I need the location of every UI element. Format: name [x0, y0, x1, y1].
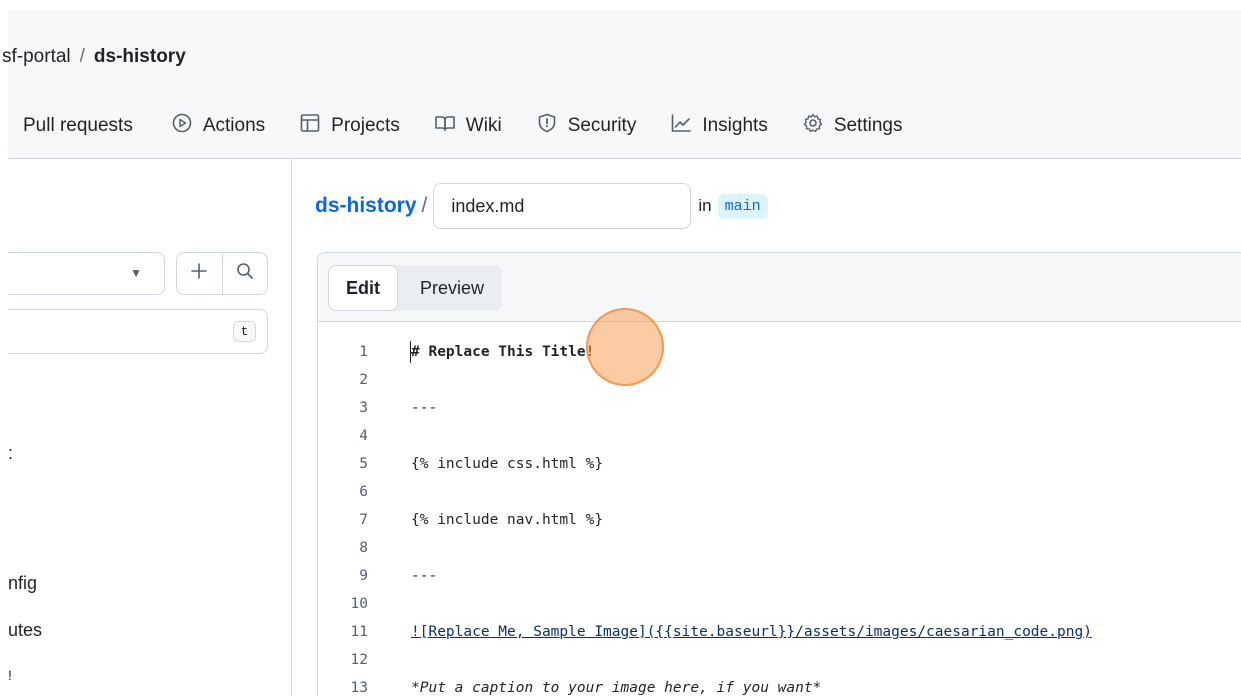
- breadcrumb-repo-link[interactable]: ds-history: [94, 46, 186, 68]
- line-text: ---: [411, 568, 438, 584]
- line-number: 11: [350, 624, 368, 640]
- tab-preview[interactable]: Preview: [398, 265, 502, 311]
- line-text: # Replace This Title!: [411, 344, 595, 360]
- filename-input[interactable]: [433, 183, 692, 229]
- search-icon: [235, 261, 255, 286]
- code-area[interactable]: 1 # Replace This Title! 2 3 --- 4 5 {% i…: [318, 322, 1241, 696]
- code-line: 3 ---: [318, 394, 437, 422]
- shield-icon: [536, 112, 568, 140]
- file-tree-actions: [176, 252, 268, 295]
- breadcrumb-owner-link[interactable]: sf-portal: [2, 46, 71, 68]
- graph-icon: [670, 112, 702, 140]
- code-line: 9 ---: [318, 562, 437, 590]
- editor-toolbar: Edit Preview: [318, 253, 1241, 322]
- tab-insights[interactable]: Insights: [670, 112, 768, 140]
- line-number: 9: [359, 568, 368, 584]
- line-number: 5: [359, 456, 368, 472]
- file-filter-input[interactable]: t: [8, 309, 268, 354]
- tab-pull-requests-label: Pull requests: [23, 115, 133, 136]
- tab-wiki-label: Wiki: [465, 115, 502, 136]
- branch-label: main: [717, 193, 768, 219]
- chevron-down-icon: ▼: [130, 266, 142, 280]
- tree-item[interactable]: nfig: [8, 573, 37, 594]
- code-line: 10: [318, 590, 411, 618]
- tab-wiki[interactable]: Wiki: [434, 112, 502, 140]
- code-line: 12: [318, 646, 411, 674]
- tab-actions[interactable]: Actions: [171, 112, 265, 140]
- path-separator: /: [421, 194, 428, 217]
- code-line: 13 *Put a caption to your image here, if…: [318, 674, 822, 696]
- line-text: *Put a caption to your image here, if yo…: [411, 680, 822, 696]
- line-number: 8: [359, 540, 368, 556]
- edit-preview-toggle: Edit Preview: [328, 265, 503, 311]
- plus-icon: [189, 261, 209, 286]
- table-icon: [299, 112, 331, 140]
- tab-edit[interactable]: Edit: [328, 265, 398, 311]
- code-editor: Edit Preview 1 # Replace This Title! 2 3…: [317, 252, 1241, 696]
- gear-icon: [802, 112, 834, 140]
- click-indicator: [586, 308, 664, 386]
- line-number: 1: [359, 344, 368, 360]
- breadcrumb: sf-portal / ds-history: [2, 44, 186, 70]
- in-label: in: [698, 196, 712, 215]
- code-line: 4: [318, 422, 411, 450]
- tab-actions-label: Actions: [202, 115, 266, 136]
- search-files-button[interactable]: [221, 253, 268, 294]
- repo-header: sf-portal / ds-history Pull requests Act…: [2, 10, 1241, 159]
- keyboard-shortcut-hint: t: [233, 321, 256, 342]
- line-number: 7: [359, 512, 368, 528]
- line-text: ---: [411, 400, 438, 416]
- tree-item[interactable]: :: [8, 443, 13, 464]
- file-path-row: ds-history / in main: [315, 183, 768, 229]
- tab-security-label: Security: [567, 115, 637, 136]
- line-text: {% include nav.html %}: [411, 512, 604, 528]
- book-icon: [434, 112, 466, 140]
- line-number: 6: [359, 484, 368, 500]
- line-number: 12: [350, 652, 368, 668]
- line-text: ![Replace Me, Sample Image]({{site.baseu…: [411, 624, 1092, 640]
- path-repo-link[interactable]: ds-history: [315, 194, 417, 218]
- branch-select[interactable]: ▼: [8, 252, 165, 295]
- tab-settings[interactable]: Settings: [802, 112, 903, 140]
- repo-nav-tabs: Pull requests Actions Projects Wiki Secu…: [8, 108, 936, 144]
- tab-settings-label: Settings: [833, 115, 903, 136]
- tab-pull-requests[interactable]: Pull requests: [23, 115, 133, 137]
- breadcrumb-separator: /: [79, 46, 85, 67]
- file-tree-sidebar: ▼ t : nfig utes !: [8, 159, 292, 696]
- line-number: 4: [359, 428, 368, 444]
- tree-item[interactable]: utes: [8, 620, 42, 641]
- line-number: 10: [350, 596, 368, 612]
- tab-projects[interactable]: Projects: [299, 112, 400, 140]
- code-line: 11 ![Replace Me, Sample Image]({{site.ba…: [318, 618, 1092, 646]
- edit-file-panel: ds-history / in main Edit Preview 1 # Re…: [293, 159, 1241, 696]
- add-file-button[interactable]: [177, 253, 222, 294]
- code-line: 2: [318, 366, 411, 394]
- tab-projects-label: Projects: [331, 115, 400, 136]
- code-line: 6: [318, 478, 411, 506]
- line-number: 3: [359, 400, 368, 416]
- tree-item[interactable]: !: [8, 667, 12, 683]
- code-line: 7 {% include nav.html %}: [318, 506, 603, 534]
- code-line: 8: [318, 534, 411, 562]
- tab-security[interactable]: Security: [536, 112, 637, 140]
- line-number: 13: [350, 680, 368, 696]
- code-line: 1 # Replace This Title!: [318, 338, 594, 366]
- play-icon: [171, 112, 203, 140]
- code-line: 5 {% include css.html %}: [318, 450, 603, 478]
- tab-insights-label: Insights: [702, 115, 768, 136]
- line-text: {% include css.html %}: [411, 456, 604, 472]
- line-number: 2: [359, 372, 368, 388]
